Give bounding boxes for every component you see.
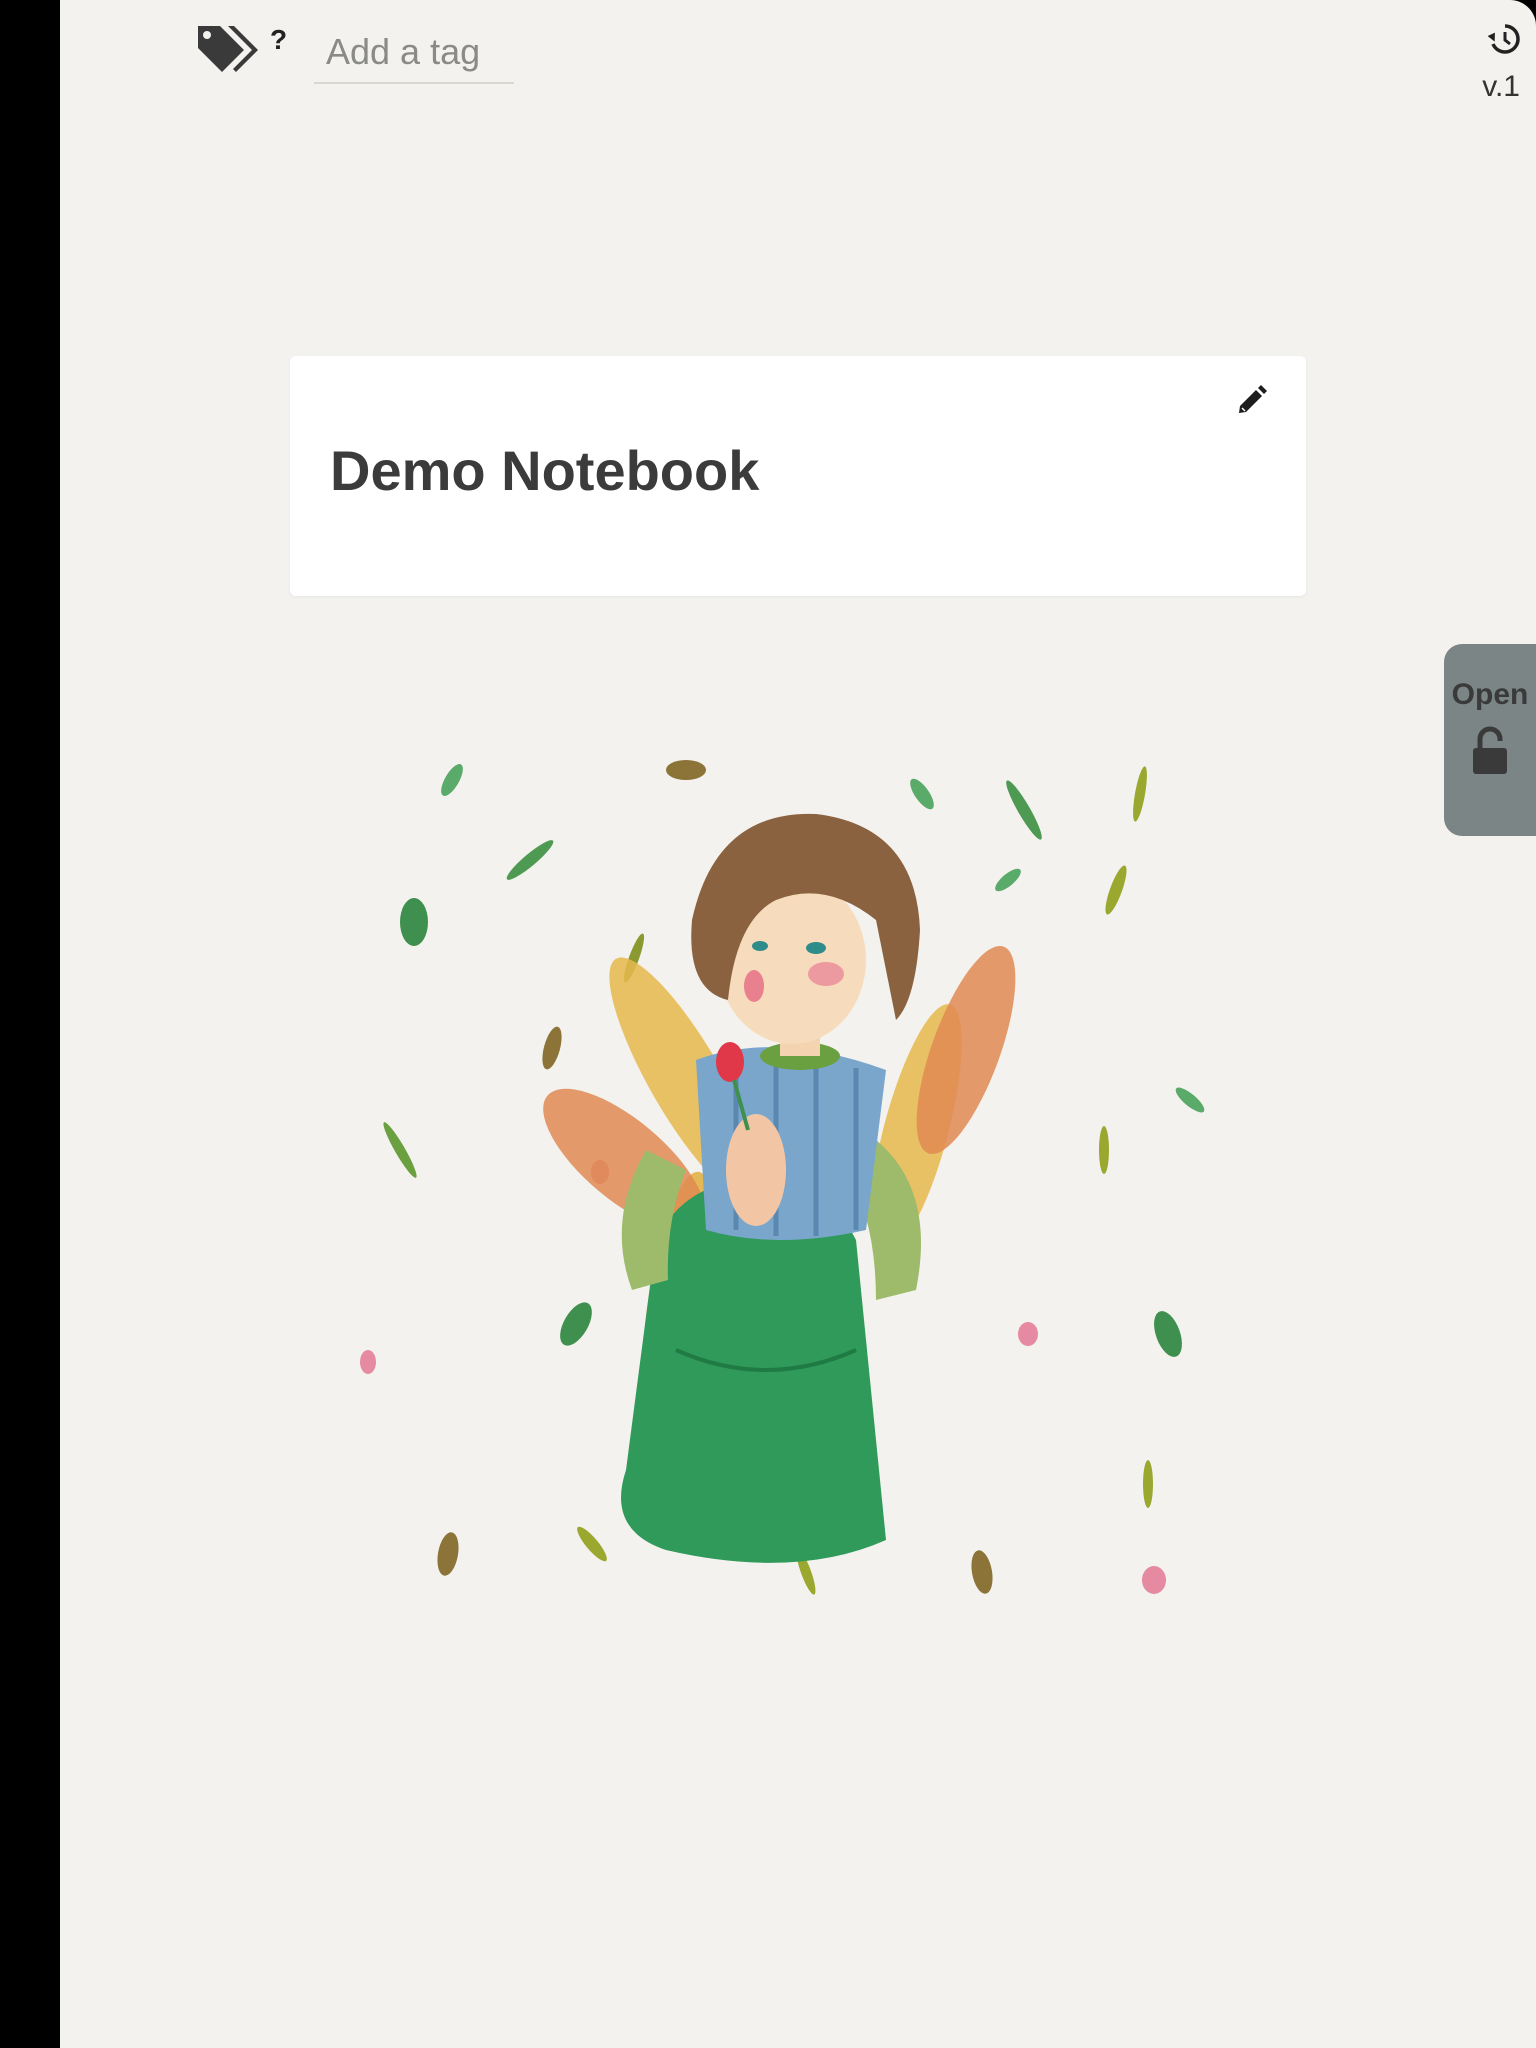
history-icon[interactable] xyxy=(1488,22,1522,56)
girl-with-leaves-illustration xyxy=(360,760,1205,1595)
open-tab-label: Open xyxy=(1451,678,1529,711)
tag-help-button[interactable]: ? xyxy=(270,24,287,56)
open-side-tab[interactable]: Open xyxy=(1444,644,1536,836)
version-label[interactable]: v.1 xyxy=(1482,70,1520,104)
unlocked-lock-icon xyxy=(1473,726,1507,774)
pencil-icon[interactable] xyxy=(1236,384,1268,416)
notebook-title: Demo Notebook xyxy=(330,439,760,502)
tag-input[interactable] xyxy=(314,22,514,84)
notebook-page: ? v.1 Demo Notebook Open xyxy=(60,0,1536,2048)
tags-icon[interactable] xyxy=(192,22,266,82)
notebook-title-card: Demo Notebook xyxy=(290,356,1306,596)
girl-figure xyxy=(621,813,921,1563)
